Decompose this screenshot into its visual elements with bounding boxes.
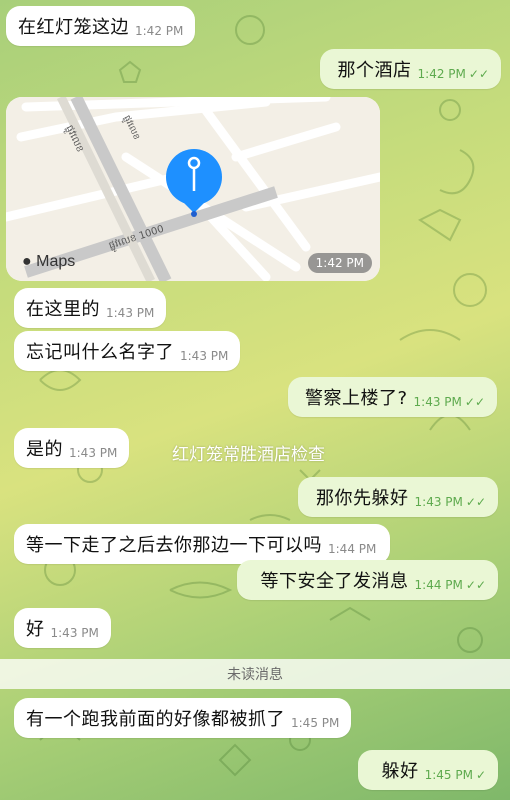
message-text: 等一下走了之后去你那边一下可以吗 bbox=[26, 535, 322, 556]
message-time: 1:43 PM bbox=[50, 626, 99, 640]
message-text: 警察上楼了? bbox=[304, 388, 408, 409]
message-incoming[interactable]: 有一个跑我前面的好像都被抓了 1:45 PM bbox=[14, 698, 352, 738]
message-text: 是的 bbox=[26, 439, 63, 460]
message-incoming[interactable]: 等一下走了之后去你那边一下可以吗 1:44 PM bbox=[14, 524, 391, 564]
message-text: 那你先躲好 bbox=[316, 488, 409, 509]
apple-icon: ● bbox=[22, 253, 32, 270]
message-time: 1:43 PM bbox=[69, 446, 118, 460]
message-time: 1:42 PM bbox=[135, 24, 184, 38]
read-check-icon: ✓✓ bbox=[468, 67, 489, 81]
map-location-message[interactable]: ផ្លូវលេខ 1000 ផ្លូវលេខ ផ្លូវលេខ ● Maps 1… bbox=[6, 97, 380, 281]
overlay-caption: 红灯笼常胜酒店检查 bbox=[172, 445, 325, 465]
message-outgoing[interactable]: 躲好 1:45 PM ✓ bbox=[358, 750, 498, 790]
unread-messages-divider: 未读消息 bbox=[0, 659, 510, 689]
message-text: 在红灯笼这边 bbox=[18, 17, 129, 38]
message-time: 1:43 PM bbox=[413, 395, 462, 409]
message-outgoing[interactable]: 警察上楼了? 1:43 PM ✓✓ bbox=[288, 377, 497, 417]
message-time: 1:42 PM bbox=[307, 253, 372, 273]
message-outgoing[interactable]: 那个酒店 1:42 PM ✓✓ bbox=[320, 49, 501, 89]
message-text: 那个酒店 bbox=[337, 60, 412, 81]
read-check-icon: ✓✓ bbox=[465, 495, 486, 509]
message-time: 1:45 PM bbox=[424, 768, 473, 782]
message-text: 忘记叫什么名字了 bbox=[26, 342, 174, 363]
maps-logo: ● Maps bbox=[22, 253, 75, 271]
read-check-icon: ✓✓ bbox=[465, 578, 486, 592]
message-incoming[interactable]: 好 1:43 PM bbox=[14, 608, 111, 648]
read-check-icon: ✓✓ bbox=[464, 395, 485, 409]
message-time: 1:45 PM bbox=[291, 716, 340, 730]
message-text: 有一个跑我前面的好像都被抓了 bbox=[26, 709, 285, 730]
message-time: 1:43 PM bbox=[180, 349, 229, 363]
message-time: 1:43 PM bbox=[106, 306, 155, 320]
message-incoming[interactable]: 在这里的 1:43 PM bbox=[14, 288, 167, 328]
message-time: 1:44 PM bbox=[328, 542, 377, 556]
maps-logo-text: Maps bbox=[36, 253, 76, 270]
message-text: 躲好 bbox=[381, 761, 419, 782]
message-outgoing[interactable]: 等下安全了发消息 1:44 PM ✓✓ bbox=[237, 560, 498, 600]
message-time: 1:44 PM bbox=[414, 578, 463, 592]
message-time: 1:42 PM bbox=[417, 67, 466, 81]
message-time: 1:43 PM bbox=[414, 495, 463, 509]
message-incoming[interactable]: 在红灯笼这边 1:42 PM bbox=[6, 6, 196, 46]
message-text: 等下安全了发消息 bbox=[260, 571, 409, 592]
message-text: 在这里的 bbox=[26, 299, 100, 320]
message-outgoing[interactable]: 那你先躲好 1:43 PM ✓✓ bbox=[298, 477, 498, 517]
message-incoming[interactable]: 是的 1:43 PM bbox=[14, 428, 130, 468]
message-incoming[interactable]: 忘记叫什么名字了 1:43 PM bbox=[14, 331, 241, 371]
message-text: 好 bbox=[26, 619, 45, 640]
sent-check-icon: ✓ bbox=[475, 768, 486, 782]
